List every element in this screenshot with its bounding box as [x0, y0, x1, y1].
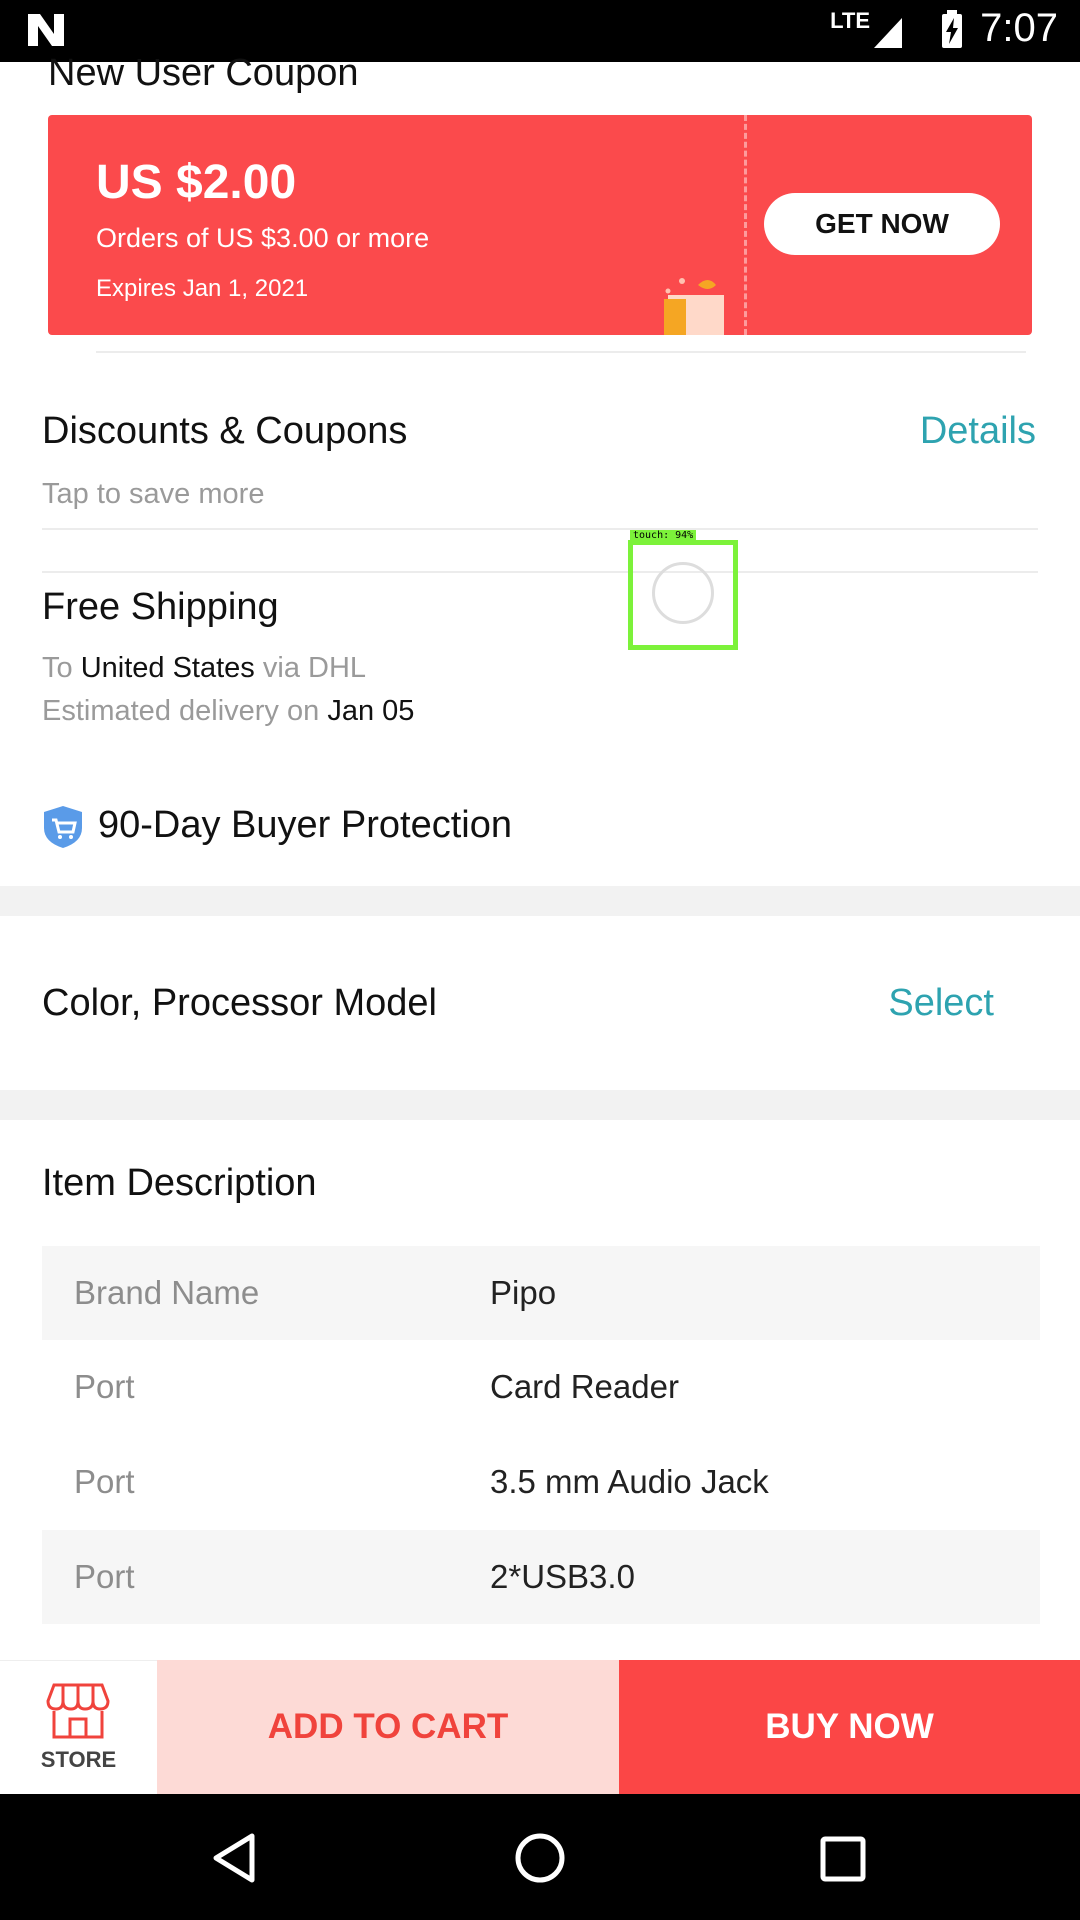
- divider: [42, 528, 1038, 530]
- buy-now-button[interactable]: BUY NOW: [619, 1660, 1080, 1794]
- spec-value: Card Reader: [490, 1368, 679, 1405]
- divider: [42, 571, 1038, 573]
- coupon-expiry: Expires Jan 1, 2021: [96, 275, 309, 302]
- touch-highlight-box: [628, 540, 738, 650]
- section-gap: [0, 1090, 1080, 1120]
- spec-value: 2*USB3.0: [490, 1558, 635, 1595]
- shipping-destination: United States: [80, 652, 255, 684]
- notification-logo-icon: [28, 14, 64, 46]
- table-row: Port Card Reader: [42, 1340, 1040, 1434]
- spec-key: Port: [74, 1463, 135, 1500]
- shield-cart-icon: [44, 806, 82, 848]
- battery-charging-icon: [942, 10, 962, 48]
- variant-row[interactable]: Color, Processor Model Select: [0, 916, 1080, 1088]
- spec-key: Brand Name: [74, 1274, 260, 1311]
- network-type: LTE: [830, 8, 870, 33]
- spec-value: 3.5 mm Audio Jack: [490, 1463, 769, 1500]
- recent-apps-icon[interactable]: [820, 1836, 866, 1882]
- gift-icon: [664, 278, 724, 335]
- section-gap: [0, 886, 1080, 916]
- buyer-protection-label: 90-Day Buyer Protection: [98, 804, 512, 846]
- store-icon: [46, 1683, 110, 1739]
- discounts-subtitle: Tap to save more: [42, 478, 265, 510]
- shipping-eta-line: Estimated delivery on Jan 05: [42, 695, 414, 728]
- coupon-card[interactable]: US $2.00 Orders of US $3.00 or more Expi…: [48, 115, 1032, 335]
- shipping-destination-line: To United States via DHL: [42, 652, 366, 685]
- store-button[interactable]: STORE: [0, 1660, 157, 1795]
- touch-confidence-label: touch: 94%: [630, 530, 697, 541]
- variant-label: Color, Processor Model: [42, 982, 437, 1024]
- divider: [96, 351, 1026, 353]
- shipping-carrier: via DHL: [262, 652, 367, 684]
- discounts-row[interactable]: Discounts & Coupons Tap to save more Det…: [0, 370, 1080, 520]
- clock: 7:07: [980, 6, 1058, 50]
- coupon-amount: US $2.00: [96, 156, 297, 209]
- store-label: STORE: [40, 1747, 117, 1772]
- spec-value: Pipo: [490, 1274, 557, 1311]
- table-row: Brand Name Pipo: [42, 1246, 1040, 1340]
- shipping-eta-prefix: Estimated delivery on: [42, 695, 320, 727]
- navigation-bar: [0, 1794, 1080, 1920]
- table-row: Port 3.5 mm Audio Jack: [42, 1435, 1040, 1529]
- coupon-condition: Orders of US $3.00 or more: [96, 223, 430, 253]
- signal-icon: [874, 18, 902, 48]
- spec-key: Port: [74, 1558, 135, 1595]
- variant-select-link[interactable]: Select: [888, 982, 994, 1025]
- buyer-protection-row[interactable]: 90-Day Buyer Protection: [0, 790, 1080, 870]
- back-icon[interactable]: [210, 1832, 258, 1884]
- shipping-title: Free Shipping: [42, 586, 279, 628]
- shipping-to-prefix: To: [42, 652, 73, 684]
- add-to-cart-button[interactable]: ADD TO CART: [157, 1660, 619, 1794]
- shipping-row[interactable]: Free Shipping To United States via DHL E…: [0, 580, 1080, 740]
- get-coupon-button[interactable]: GET NOW: [764, 193, 1000, 255]
- coupon-divider: [744, 115, 747, 335]
- spec-key: Port: [74, 1368, 135, 1405]
- table-row: Port 2*USB3.0: [42, 1530, 1040, 1624]
- shipping-eta-date: Jan 05: [327, 695, 415, 727]
- discounts-details-link[interactable]: Details: [920, 410, 1036, 453]
- item-description-title: Item Description: [42, 1162, 317, 1204]
- coupon-section-title: New User Coupon: [48, 52, 359, 94]
- discounts-title: Discounts & Coupons: [42, 410, 408, 452]
- home-icon[interactable]: [514, 1832, 566, 1884]
